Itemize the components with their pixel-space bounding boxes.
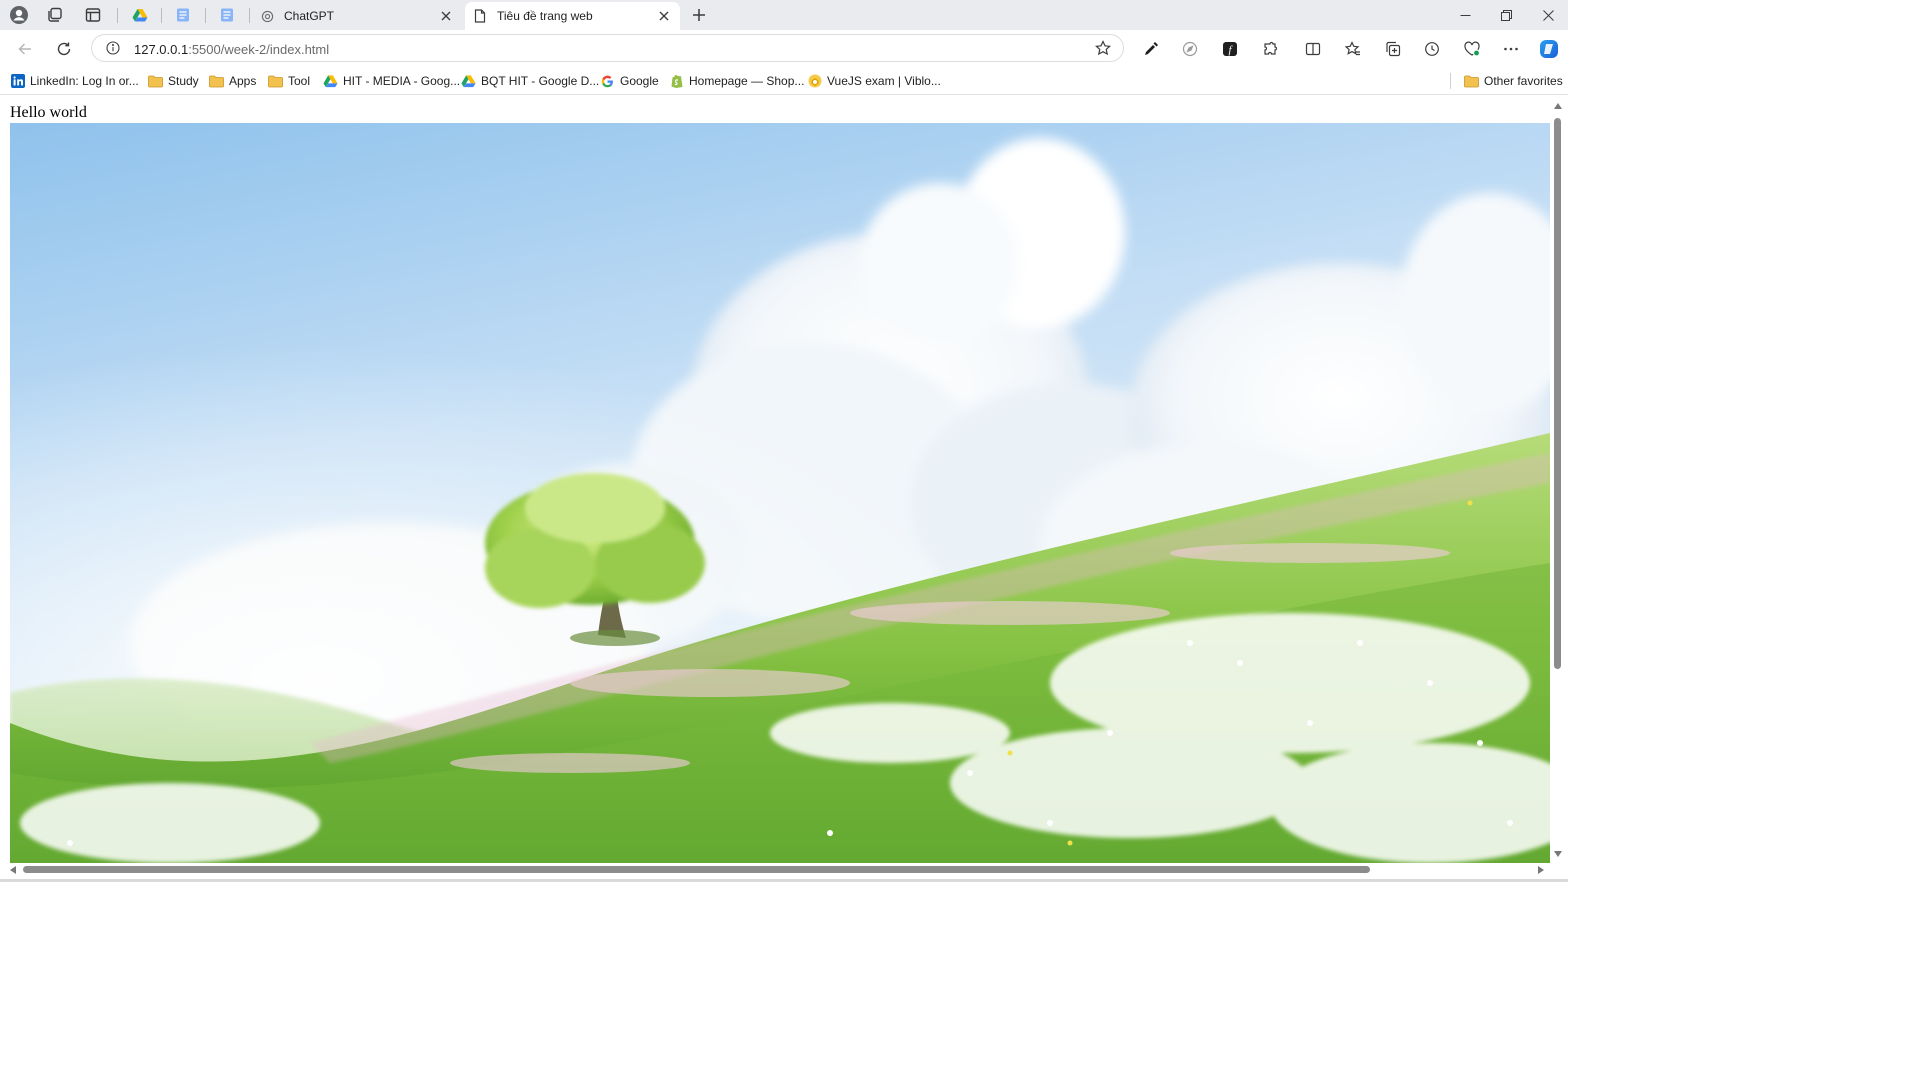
compass-extension-icon[interactable] [1178,37,1202,61]
scroll-down-arrow-icon[interactable] [1552,848,1564,860]
vertical-scroll-thumb[interactable] [1554,118,1561,669]
favorite-label: HIT - MEDIA - Goog... [343,74,461,88]
favorite-vuejs-exam[interactable]: VueJS exam | Viblo... [807,72,941,90]
folder-icon [148,74,163,89]
docs-pinned-tab-icon[interactable] [172,4,194,26]
favorite-label: LinkedIn: Log In or... [30,74,139,88]
font-extension-icon[interactable]: f [1218,37,1242,61]
history-icon[interactable] [1420,37,1444,61]
favorite-folder-tool[interactable]: Tool [268,72,310,90]
toolbar: 127.0.0.1:5500/week-2/index.html f [0,30,1568,67]
viblo-icon [807,74,822,89]
site-info-icon[interactable] [106,41,120,60]
favorites-bar: LinkedIn: Log In or... Study Apps Tool H… [0,67,1568,95]
browser-essentials-icon[interactable] [1460,37,1484,61]
tab-chatgpt[interactable]: ChatGPT [252,2,462,30]
url-text[interactable]: 127.0.0.1:5500/week-2/index.html [134,42,329,57]
back-icon[interactable] [13,37,37,61]
tab-separator [161,8,162,23]
folder-icon [1464,74,1479,89]
copilot-icon[interactable] [1537,37,1561,61]
eyedropper-extension-icon[interactable] [1139,37,1163,61]
close-window-icon[interactable] [1528,0,1568,30]
page-viewport: Hello world [0,95,1552,863]
tab-strip: ChatGPT Tiêu đề trang web [0,0,1568,30]
favorite-shop-homepage[interactable]: Homepage — Shop... [669,72,804,90]
tab-title: Tiêu đề trang web [497,9,593,23]
favorite-label: Homepage — Shop... [689,74,805,88]
landscape-image [10,123,1550,863]
tab-separator [249,8,250,23]
tab-separator [205,8,206,23]
scroll-right-arrow-icon[interactable] [1535,864,1547,876]
google-drive-pinned-tab-icon[interactable] [129,4,151,26]
address-bar[interactable]: 127.0.0.1:5500/week-2/index.html [91,34,1124,62]
google-drive-icon [323,74,338,89]
favorite-folder-study[interactable]: Study [148,72,199,90]
other-favorites-folder[interactable]: Other favorites [1464,72,1563,90]
favorite-label: Apps [229,74,257,88]
more-menu-icon[interactable] [1499,37,1523,61]
restore-icon[interactable] [1486,0,1526,30]
url-path: :5500/week-2/index.html [188,42,330,57]
favorites-separator [1450,73,1451,89]
favorite-bqt-hit[interactable]: BQT HIT - Google D... [461,72,599,90]
favorite-label: VueJS exam | Viblo... [827,74,941,88]
favorite-google[interactable]: Google [600,72,659,90]
window-bottom-border [0,879,1568,882]
favorite-linkedin[interactable]: LinkedIn: Log In or... [10,72,139,90]
scroll-left-arrow-icon[interactable] [7,864,19,876]
favorite-label: BQT HIT - Google D... [481,74,600,88]
favorite-label: Tool [288,74,311,88]
favorite-label: Google [620,74,659,88]
favorite-folder-apps[interactable]: Apps [209,72,256,90]
vertical-tabs-icon[interactable] [82,4,104,26]
page-heading: Hello world [10,104,87,121]
split-screen-icon[interactable] [1301,37,1325,61]
favorite-hit-media[interactable]: HIT - MEDIA - Goog... [323,72,460,90]
google-drive-icon [461,74,476,89]
favorite-star-icon[interactable] [1095,40,1111,61]
collections-icon[interactable] [1381,37,1405,61]
tab-active-page[interactable]: Tiêu đề trang web [465,2,680,30]
other-favorites-label: Other favorites [1484,74,1563,88]
folder-icon [209,74,224,89]
horizontal-scroll-thumb[interactable] [23,866,1370,873]
url-host: 127.0.0.1 [134,42,189,57]
workspaces-icon[interactable] [44,4,66,26]
close-tab-icon[interactable] [656,8,672,24]
minimize-icon[interactable] [1445,0,1485,30]
shopify-icon [669,74,684,89]
tab-title: ChatGPT [284,9,335,23]
new-tab-icon[interactable] [688,4,710,26]
chatgpt-icon [260,9,274,23]
profile-icon[interactable] [8,4,30,26]
refresh-icon[interactable] [52,37,76,61]
tab-separator [117,8,118,23]
favorites-icon[interactable] [1341,37,1365,61]
favorite-label: Study [168,74,199,88]
folder-icon [268,74,283,89]
scroll-up-arrow-icon[interactable] [1552,100,1564,112]
page-icon [473,9,487,23]
google-icon [600,74,615,89]
close-tab-icon[interactable] [438,8,454,24]
docs-pinned-tab-icon[interactable] [216,4,238,26]
linkedin-icon [10,74,25,89]
extensions-icon[interactable] [1258,37,1282,61]
